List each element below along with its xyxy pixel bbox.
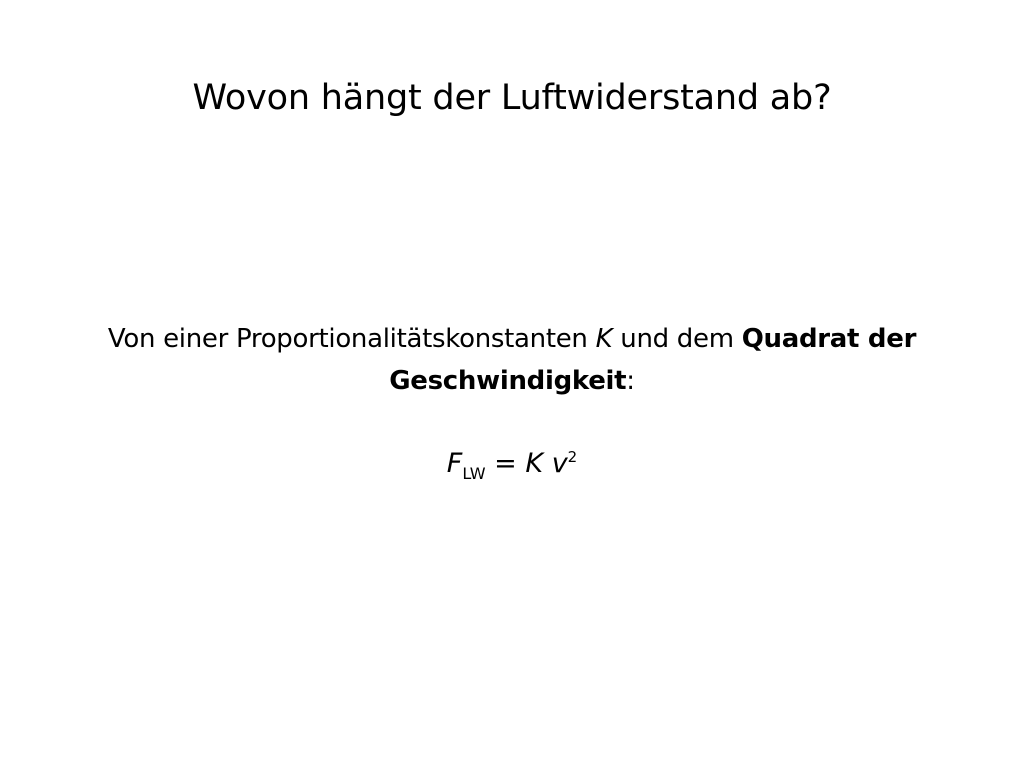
formula-force-symbol: F — [446, 448, 463, 479]
formula-space — [543, 448, 552, 479]
formula: FLW = K v2 — [0, 444, 1024, 484]
constant-symbol: K — [595, 324, 613, 354]
formula-equals: = — [485, 448, 526, 479]
slide-title: Wovon hängt der Luftwiderstand ab? — [192, 78, 832, 118]
body-text-part1: Von einer Proportionalitätskonstanten — [107, 324, 596, 354]
formula-force-subscript: LW — [462, 464, 486, 483]
body-text-part3: : — [626, 366, 635, 396]
slide: Wovon hängt der Luftwiderstand ab? Von e… — [0, 0, 1024, 768]
slide-body-text: Von einer Proportionalitätskonstanten K … — [60, 318, 964, 402]
formula-velocity-symbol: v — [551, 448, 568, 479]
body-text-part2: und dem — [612, 324, 742, 354]
formula-velocity-exponent: 2 — [567, 448, 578, 466]
formula-constant-symbol: K — [525, 448, 544, 479]
